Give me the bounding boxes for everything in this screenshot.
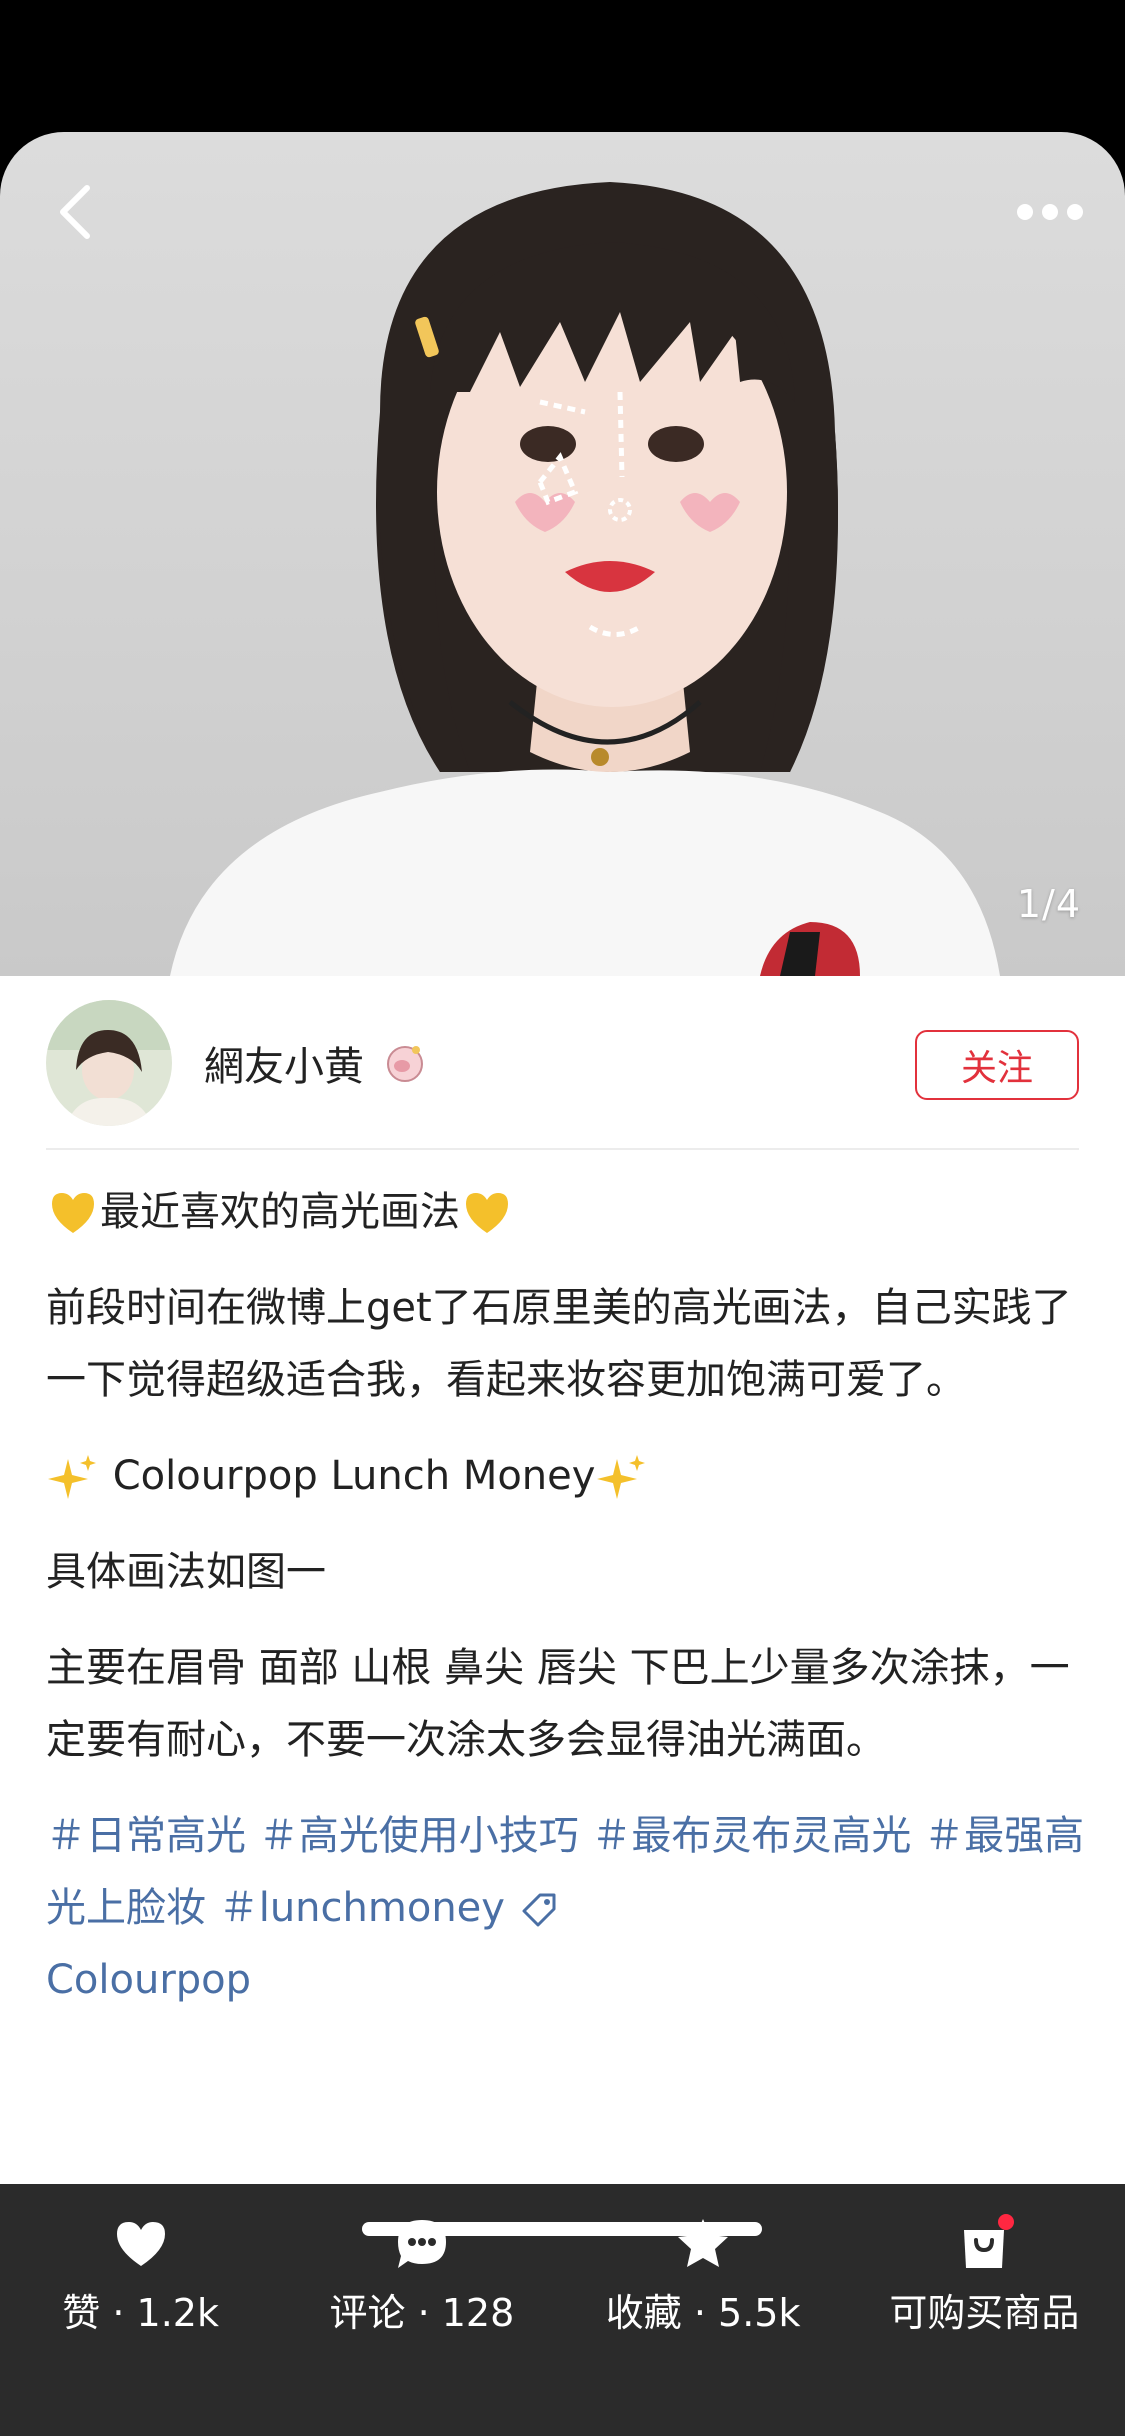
product-name: Colourpop Lunch Money: [100, 1453, 596, 1499]
tag-item[interactable]: ＃日常高光: [46, 1813, 246, 1859]
post-photo: [170, 182, 1000, 976]
like-button[interactable]: 赞 · 1.2k: [0, 2214, 281, 2354]
follow-button[interactable]: 关注: [915, 1030, 1079, 1100]
price-tag-icon: [522, 1893, 556, 1927]
avatar-image: [46, 1000, 172, 1126]
screen: 1/4 網友小黄 关注 最近喜欢的高光画法 前段时间在微博上get了石原里美的高…: [0, 0, 1125, 2436]
brand-tag[interactable]: Colourpop: [46, 1957, 251, 2003]
author-name[interactable]: 網友小黄: [204, 1034, 364, 1092]
post-title: 最近喜欢的高光画法: [46, 1176, 1086, 1248]
tag-item[interactable]: ＃最布灵布灵高光: [591, 1813, 911, 1859]
author-row: 網友小黄 关注: [46, 1000, 1079, 1126]
image-counter: 1/4: [1016, 882, 1081, 926]
comment-label: 评论 · 128: [329, 2291, 515, 2335]
post-title-text: 最近喜欢的高光画法: [100, 1189, 460, 1235]
badge-icon: [387, 1046, 423, 1082]
back-icon: [60, 185, 90, 239]
shop-button[interactable]: 可购买商品: [844, 2214, 1125, 2354]
back-button[interactable]: [40, 172, 110, 252]
sparkle-emoji-icon: [597, 1455, 646, 1499]
paragraph-3: 主要在眉骨 面部 山根 鼻尖 唇尖 下巴上少量多次涂抹，一定要有耐心，不要一次涂…: [46, 1645, 1070, 1763]
like-icon: [116, 2222, 165, 2266]
paragraph-2: 具体画法如图一: [46, 1549, 326, 1595]
sparkle-emoji-icon: [48, 1455, 96, 1499]
more-icon: [1017, 204, 1083, 220]
tag-item[interactable]: ＃lunchmoney: [219, 1885, 505, 1931]
divider: [46, 1148, 1079, 1150]
post-content: 網友小黄 关注 最近喜欢的高光画法 前段时间在微博上get了石原里美的高光画法，…: [0, 976, 1125, 2184]
like-label: 赞 · 1.2k: [62, 2291, 219, 2335]
home-indicator[interactable]: [362, 2222, 762, 2236]
heart-emoji-icon: [466, 1193, 508, 1233]
avatar[interactable]: [46, 1000, 172, 1126]
more-button[interactable]: [1005, 182, 1095, 242]
paragraph-1: 前段时间在微博上get了石原里美的高光画法，自己实践了一下觉得超级适合我，看起来…: [46, 1285, 1072, 1403]
post-body: 最近喜欢的高光画法 前段时间在微博上get了石原里美的高光画法，自己实践了一下觉…: [46, 1176, 1086, 2016]
tag-item[interactable]: ＃高光使用小技巧: [259, 1813, 579, 1859]
hero-photo[interactable]: 1/4: [0, 132, 1125, 976]
collect-label: 收藏 · 5.5k: [605, 2291, 801, 2335]
shopping-bag-icon: [954, 2214, 1015, 2274]
shop-label: 可购买商品: [889, 2291, 1080, 2335]
tag-list: ＃日常高光 ＃高光使用小技巧 ＃最布灵布灵高光 ＃最强高光上脸妆 ＃lunchm…: [46, 1800, 1086, 2016]
product-line: Colourpop Lunch Money: [46, 1440, 1086, 1512]
heart-emoji-icon: [52, 1193, 94, 1233]
